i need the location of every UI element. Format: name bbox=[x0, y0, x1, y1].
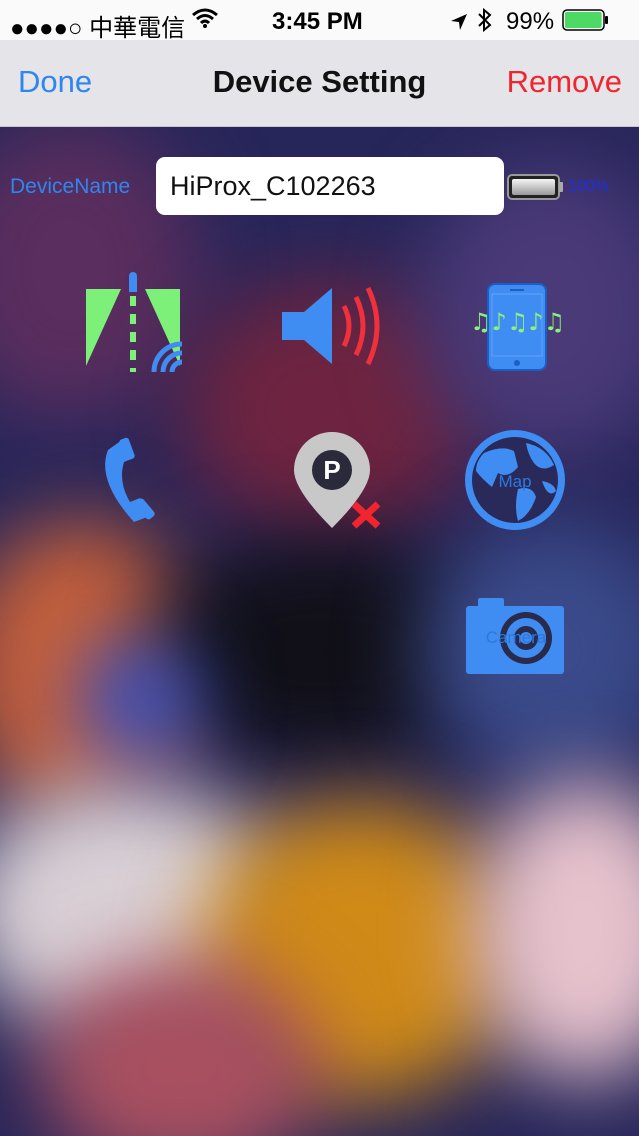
device-battery-icon bbox=[507, 173, 565, 206]
lane-departure-icon[interactable] bbox=[84, 272, 184, 376]
battery-icon bbox=[562, 9, 610, 38]
camera-icon[interactable] bbox=[466, 596, 566, 676]
wifi-icon bbox=[192, 7, 218, 36]
svg-text:♫♪♫♪♫: ♫♪♫♪♫ bbox=[470, 308, 564, 336]
device-battery-percent: 100% bbox=[568, 178, 609, 195]
done-button[interactable]: Done bbox=[18, 64, 92, 100]
battery-percent-label: 99% bbox=[506, 8, 555, 35]
carrier-label: ●●●●○ 中華電信 bbox=[10, 15, 186, 42]
phone-music-icon[interactable]: ♫♪♫♪♫ bbox=[468, 282, 564, 374]
bluetooth-icon bbox=[476, 7, 494, 40]
status-bar: ●●●●○ 中華電信 3:45 PM 99% bbox=[0, 0, 639, 42]
navigation-bar: Done Device Setting Remove bbox=[0, 40, 639, 127]
device-name-input[interactable] bbox=[156, 157, 504, 215]
remove-button[interactable]: Remove bbox=[507, 64, 622, 100]
device-name-label: DeviceName bbox=[10, 175, 131, 198]
map-globe-icon[interactable] bbox=[462, 427, 568, 533]
parking-remove-icon[interactable]: P bbox=[290, 428, 386, 532]
phone-call-icon[interactable] bbox=[100, 436, 166, 528]
speaker-volume-icon[interactable] bbox=[280, 284, 384, 368]
location-arrow-icon bbox=[450, 10, 468, 38]
svg-text:P: P bbox=[323, 455, 340, 485]
clock: 3:45 PM bbox=[272, 8, 363, 35]
